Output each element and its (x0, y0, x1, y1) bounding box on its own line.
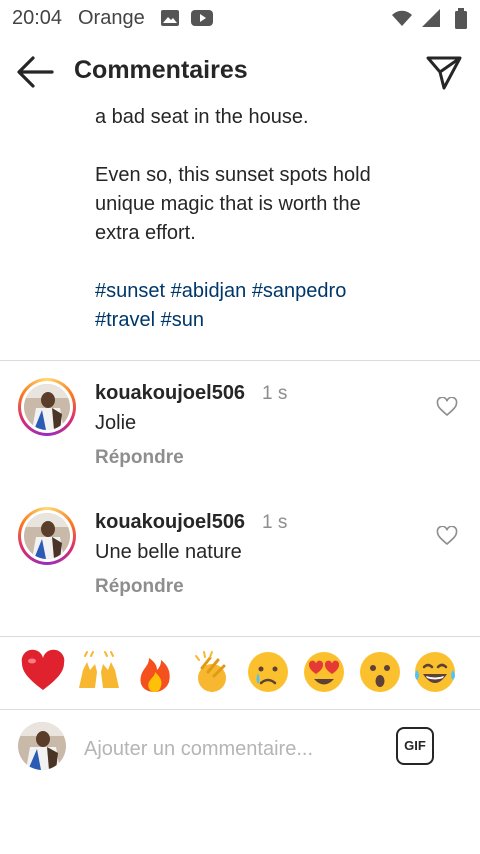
comment-username[interactable]: kouakoujoel506 (95, 511, 245, 534)
hashtags-line: #sunset #abidjan #sanpedro (95, 277, 455, 306)
hashtag-link[interactable]: #sunset (95, 280, 165, 302)
divider (0, 709, 480, 710)
red-heart-emoji-icon[interactable] (19, 648, 67, 696)
caption-line: Even so, this sunset spots hold (95, 164, 371, 186)
surprised-face-emoji-icon[interactable] (356, 648, 404, 696)
hashtag-link[interactable]: #abidjan (171, 280, 247, 302)
comment-item: kouakoujoel506 1 s Une belle nature Répo… (0, 507, 480, 617)
post-caption: a bad seat in the house. Even so, this s… (95, 103, 455, 335)
battery-icon (455, 8, 467, 29)
divider (0, 360, 480, 361)
avatar[interactable] (18, 507, 76, 565)
hashtag-link[interactable]: #sun (161, 309, 204, 331)
status-time: 20:04 (12, 7, 63, 29)
avatar-image (24, 513, 70, 559)
caption-line: a bad seat in the house. (95, 106, 309, 128)
reply-button[interactable]: Répondre (95, 447, 184, 469)
status-bar: 20:04 Orange (0, 0, 480, 36)
comment-time: 1 s (262, 383, 288, 404)
signal-icon (422, 9, 440, 27)
comment-item: kouakoujoel506 1 s Jolie Répondre (0, 378, 480, 488)
crying-face-emoji-icon[interactable] (244, 648, 292, 696)
clapping-hands-emoji-icon[interactable] (188, 648, 236, 696)
comment-username[interactable]: kouakoujoel506 (95, 382, 245, 405)
heart-outline-icon[interactable] (436, 526, 458, 546)
app-bar: Commentaires (0, 36, 480, 108)
status-carrier: Orange (78, 7, 145, 29)
comment-text: Jolie (95, 412, 137, 434)
heart-eyes-emoji-icon[interactable] (300, 648, 348, 696)
youtube-icon (191, 10, 213, 26)
gif-button[interactable]: GIF (396, 727, 434, 765)
hashtag-link[interactable]: #sanpedro (252, 280, 347, 302)
caption-line: unique magic that is worth the (95, 193, 361, 215)
hashtags-line: #travel #sun (95, 306, 455, 335)
divider (0, 636, 480, 637)
wifi-icon (392, 10, 412, 26)
avatar[interactable] (18, 378, 76, 436)
reply-button[interactable]: Répondre (95, 576, 184, 598)
hashtag-link[interactable]: #travel (95, 309, 155, 331)
avatar-image (24, 384, 70, 430)
paper-plane-icon[interactable] (424, 52, 464, 92)
comment-text: Une belle nature (95, 541, 242, 563)
comment-time: 1 s (262, 512, 288, 533)
tears-of-joy-emoji-icon[interactable] (411, 648, 459, 696)
caption-line: extra effort. (95, 222, 196, 244)
fire-emoji-icon[interactable] (131, 648, 179, 696)
heart-outline-icon[interactable] (436, 397, 458, 417)
own-avatar (18, 722, 66, 770)
comment-input[interactable] (82, 733, 386, 765)
emoji-bar (0, 648, 480, 702)
back-arrow-icon[interactable] (16, 54, 54, 90)
page-title: Commentaires (74, 56, 248, 84)
image-icon (161, 10, 179, 26)
raising-hands-emoji-icon[interactable] (75, 648, 123, 696)
